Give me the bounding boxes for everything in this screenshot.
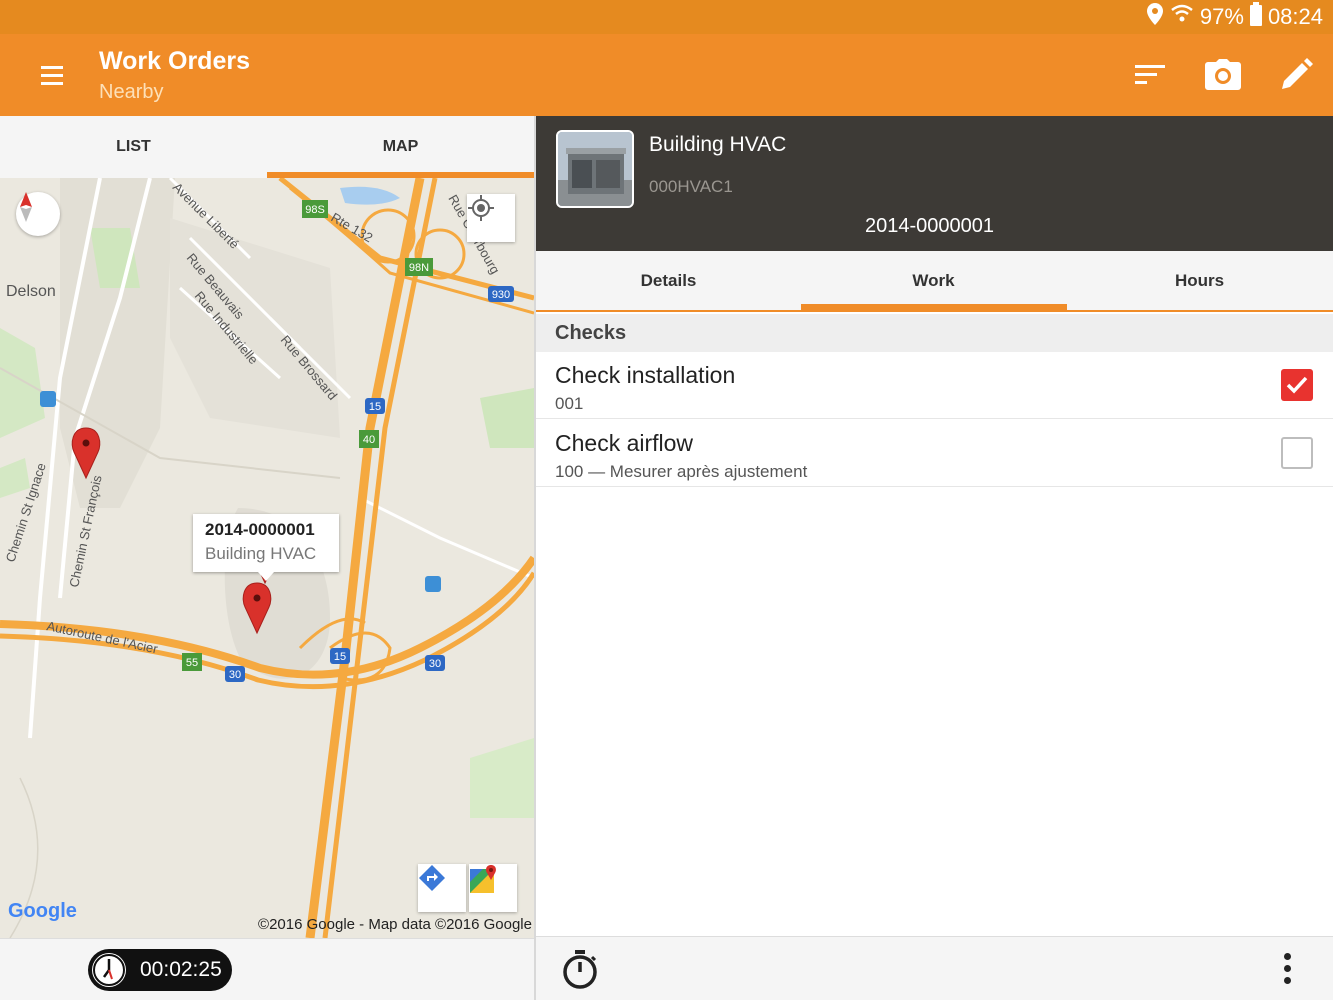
right-pane: Building HVAC 000HVAC1 2014-0000001 Deta…	[536, 116, 1333, 1000]
checkbox-checked[interactable]	[1281, 369, 1313, 401]
route-shield: 55	[186, 657, 198, 669]
route-shield: 15	[334, 651, 346, 663]
route-shield: 15	[369, 401, 381, 413]
tab-list[interactable]: LIST	[0, 116, 267, 178]
google-logo: Google	[8, 900, 77, 923]
checkmark-icon	[1286, 376, 1308, 394]
status-indicators: 97% 08:24	[1146, 2, 1323, 32]
tab-details[interactable]: Details	[536, 251, 801, 310]
clock: 08:24	[1267, 4, 1323, 29]
status-bar: 97% 08:24	[0, 0, 1333, 34]
google-maps-icon[interactable]	[469, 864, 517, 912]
map-attribution: ©2016 Google - Map data ©2016 Google	[258, 916, 532, 933]
check-title: Check airflow	[555, 430, 694, 456]
tab-hours[interactable]: Hours	[1067, 251, 1332, 310]
place-label: Delson	[6, 283, 56, 300]
location-icon	[1146, 2, 1164, 32]
right-bottom-bar	[536, 936, 1333, 1000]
check-item[interactable]: Check airflow 100 — Mesurer après ajuste…	[536, 420, 1333, 487]
camera-icon[interactable]	[1202, 54, 1244, 96]
section-title: Checks	[555, 322, 627, 344]
asset-code: 000HVAC1	[649, 177, 733, 196]
route-shield: 930	[492, 289, 510, 301]
asset-name: Building HVAC	[649, 133, 787, 156]
app-title: Work Orders	[99, 47, 250, 75]
map-callout[interactable]: 2014-0000001 Building HVAC	[193, 514, 339, 581]
route-shield: 30	[429, 658, 441, 670]
asset-header: Building HVAC 000HVAC1 2014-0000001	[536, 116, 1333, 251]
callout-subtitle: Building HVAC	[205, 544, 317, 563]
left-tab-bar: LIST MAP	[0, 116, 534, 178]
clock-icon	[92, 953, 126, 987]
callout-title: 2014-0000001	[205, 520, 315, 539]
right-tab-bar: Details Work Hours	[536, 251, 1333, 312]
tab-work[interactable]: Work	[801, 251, 1066, 310]
left-pane: LIST MAP 98S 98N 930 15 40 15 55 30 30 D…	[0, 116, 534, 1000]
tab-map[interactable]: MAP	[267, 116, 534, 178]
directions-icon[interactable]	[418, 864, 466, 912]
more-options-icon[interactable]	[1277, 951, 1299, 987]
tab-indicator	[801, 304, 1067, 310]
left-bottom-bar: 00:02:25	[0, 938, 534, 1000]
check-subtitle: 100 — Mesurer après ajustement	[555, 462, 808, 481]
timer-elapsed: 00:02:25	[140, 958, 222, 981]
app-subtitle: Nearby	[99, 81, 164, 103]
sort-icon[interactable]	[1129, 54, 1171, 96]
edit-icon[interactable]	[1275, 54, 1317, 96]
section-header: Checks	[536, 314, 1333, 352]
timer-button[interactable]: 00:02:25	[88, 949, 232, 991]
check-item[interactable]: Check installation 001	[536, 352, 1333, 419]
work-order-number: 2014-0000001	[864, 215, 994, 237]
asset-thumbnail[interactable]	[556, 130, 634, 208]
transit-icon	[425, 576, 441, 592]
route-shield: 40	[363, 434, 375, 446]
stopwatch-icon[interactable]	[560, 949, 600, 989]
wifi-icon	[1170, 3, 1194, 31]
callout-tail	[258, 572, 274, 581]
route-shield: 98S	[305, 204, 325, 216]
check-title: Check installation	[555, 362, 736, 388]
map-view[interactable]: 98S 98N 930 15 40 15 55 30 30 Delson Ave…	[0, 178, 534, 938]
check-subtitle: 001	[555, 394, 584, 413]
checkbox-unchecked[interactable]	[1281, 437, 1313, 469]
my-location-icon[interactable]	[467, 194, 515, 242]
app-bar: Work Orders Nearby	[0, 34, 1333, 116]
menu-icon[interactable]	[36, 60, 68, 90]
battery-icon	[1249, 2, 1262, 32]
google-logo-text: Google	[8, 900, 77, 922]
route-shield: 98N	[409, 262, 429, 274]
battery-percent: 97%	[1199, 4, 1244, 29]
transit-icon	[40, 391, 56, 407]
compass-icon[interactable]	[16, 192, 60, 236]
route-shield: 30	[229, 669, 241, 681]
